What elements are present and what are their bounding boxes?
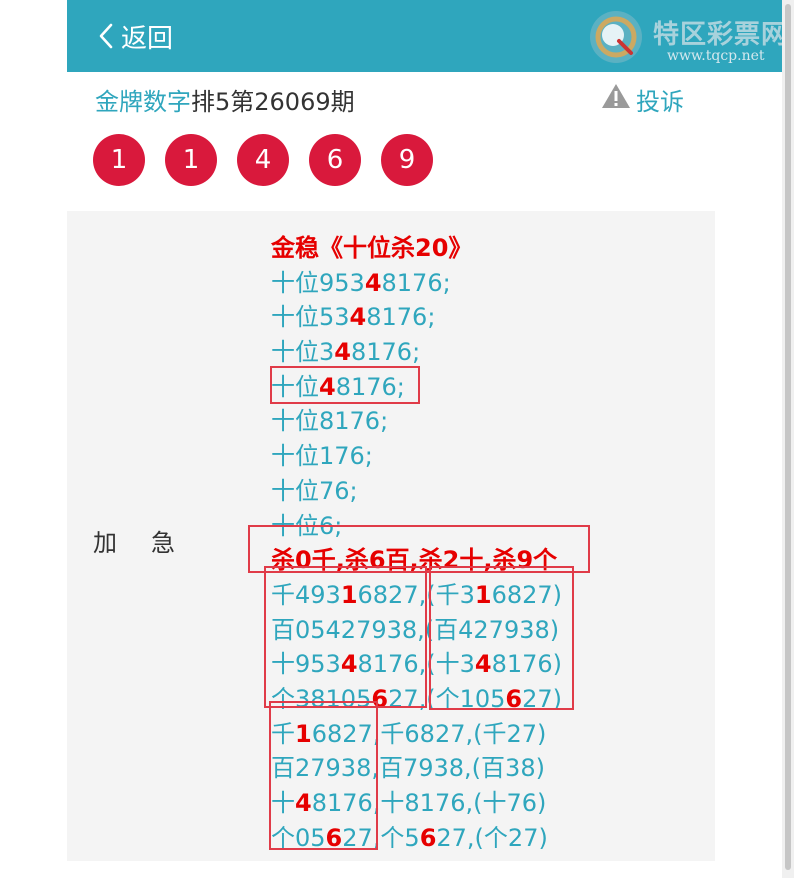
line-text: 8176;	[381, 268, 451, 297]
line-text: 十位3	[271, 338, 335, 367]
line-text: 十位176;	[271, 442, 373, 471]
result-balls: 1 1 4 6 9	[93, 134, 433, 186]
result-ball: 1	[93, 134, 145, 186]
prediction-lines: 金稳《十位杀20》 十位95348176; 十位5348176; 十位348176; 十…	[271, 231, 691, 855]
prediction-line: 十位6;	[271, 509, 691, 544]
line-text: 十	[271, 789, 295, 817]
line-text: 8176,十8176,(十76)	[311, 789, 547, 817]
line-text: 8176;	[366, 303, 436, 332]
line-text: 27,个5	[342, 823, 420, 852]
line-text: 8176)	[491, 650, 563, 679]
line-text: 8176;	[350, 338, 421, 367]
highlighted-digit: 1	[295, 719, 312, 748]
line-text: 8176;	[335, 372, 405, 401]
result-ball: 6	[309, 134, 361, 186]
line-text: 十位	[271, 372, 319, 401]
prediction-line: 个05627,个5627,(个27)	[271, 821, 691, 856]
scrollbar[interactable]	[782, 0, 794, 878]
highlighted-digit: 4	[334, 338, 351, 367]
prediction-panel: 加急 金稳《十位杀20》 十位95348176; 十位5348176; 十位34817…	[67, 211, 715, 861]
prediction-line: 十位348176;	[271, 335, 691, 370]
prediction-line: 十位48176;	[271, 370, 691, 405]
line-text: 6827)	[491, 580, 563, 609]
highlighted-digit: 6	[371, 684, 389, 713]
prediction-line: 金稳《十位杀20》	[271, 231, 691, 266]
highlighted-digit: 杀0千,杀6百,杀2十,杀9个	[271, 546, 558, 575]
complain-button[interactable]: 投诉	[600, 82, 684, 116]
line-text: 十位8176;	[271, 407, 389, 436]
issue-title: 排5第26069期	[191, 88, 355, 116]
prediction-line: 十95348176,(十348176)	[271, 647, 691, 682]
highlighted-digit: 4	[349, 303, 367, 332]
highlighted-digit: 4	[474, 650, 492, 679]
line-text: 8176,(十3	[357, 650, 475, 679]
logo-text: 特区彩票网	[653, 20, 789, 50]
site-logo[interactable]: 特区彩票网 www.tqcp.net	[587, 6, 794, 66]
result-ball: 9	[381, 134, 433, 186]
line-text: 十953	[271, 650, 341, 679]
urgent-label: 加急	[93, 529, 209, 557]
prediction-line: 十位8176;	[271, 404, 691, 439]
logo-url: www.tqcp.net	[667, 48, 765, 64]
back-button[interactable]: 返回	[97, 18, 173, 54]
line-text: 27,(个105	[388, 684, 506, 713]
line-text: 个05	[271, 823, 326, 852]
highlighted-digit: 6	[505, 684, 523, 713]
prediction-line: 杀0千,杀6百,杀2十,杀9个	[271, 543, 691, 578]
prediction-line: 十位76;	[271, 474, 691, 509]
scrollbar-thumb[interactable]	[785, 4, 791, 870]
prediction-line: 十位5348176;	[271, 300, 691, 335]
highlighted-digit: 金稳《十位杀20》	[271, 234, 473, 262]
line-text: 27,(个27)	[436, 823, 548, 852]
prediction-line: 个38105627,(个105627)	[271, 682, 691, 717]
line-text: 十位76;	[271, 476, 358, 505]
highlighted-digit: 4	[340, 650, 358, 679]
highlighted-digit: 6	[419, 823, 437, 852]
chevron-left-icon	[97, 22, 115, 50]
highlighted-digit: 4	[319, 372, 336, 401]
highlighted-digit: 4	[364, 268, 382, 297]
line-text: 百05427938,(百427938)	[271, 615, 560, 644]
line-text: 十位6;	[271, 511, 343, 540]
complain-label: 投诉	[636, 87, 684, 116]
line-text: 个38105	[271, 684, 372, 713]
highlighted-digit: 1	[474, 580, 492, 609]
category-link[interactable]: 金牌数字	[95, 88, 191, 116]
prediction-line: 十位95348176;	[271, 266, 691, 301]
highlighted-digit: 4	[295, 789, 312, 817]
prediction-line: 百27938,百7938,(百38)	[271, 751, 691, 786]
warning-icon	[600, 82, 636, 116]
line-text: 千	[271, 719, 295, 748]
top-bar: 返回 特区彩票网 www.tqcp.net	[67, 0, 787, 72]
line-text: 6827,(千3	[357, 580, 475, 609]
prediction-line: 百05427938,(百427938)	[271, 613, 691, 648]
line-text: 百27938,百7938,(百38)	[271, 754, 545, 783]
highlighted-digit: 6	[325, 823, 343, 852]
logo-icon	[587, 8, 645, 70]
line-text: 6827,千6827,(千27)	[311, 719, 547, 748]
highlighted-digit: 1	[340, 580, 358, 609]
prediction-line: 千49316827,(千316827)	[271, 578, 691, 613]
prediction-line: 十位176;	[271, 439, 691, 474]
line-text: 十位53	[271, 303, 350, 332]
line-text: 27)	[522, 684, 563, 713]
line-text: 十位953	[271, 268, 365, 297]
result-ball: 1	[165, 134, 217, 186]
back-label: 返回	[121, 23, 174, 54]
prediction-line: 十48176,十8176,(十76)	[271, 786, 691, 821]
page-title: 金牌数字排5第26069期	[95, 82, 355, 116]
prediction-line: 千16827,千6827,(千27)	[271, 717, 691, 752]
result-ball: 4	[237, 134, 289, 186]
line-text: 千493	[271, 580, 341, 609]
